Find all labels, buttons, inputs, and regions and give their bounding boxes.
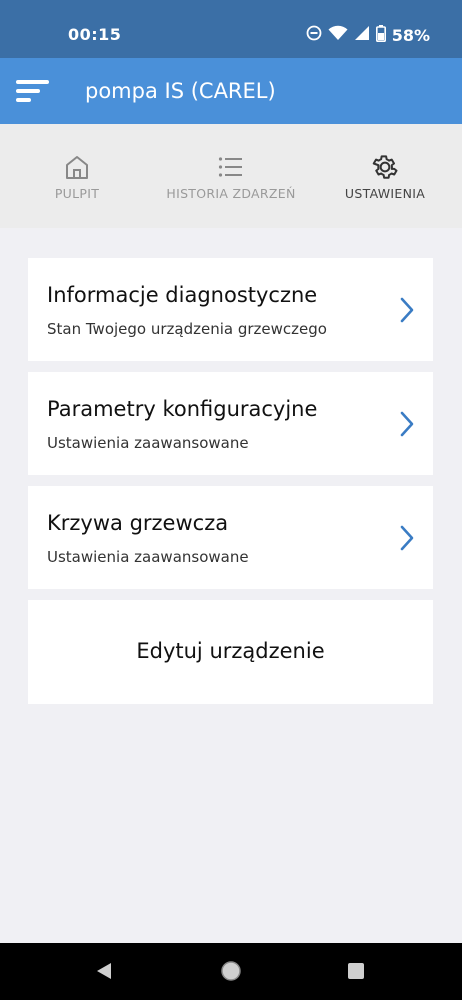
menu-item-subtitle: Stan Twojego urządzenia grzewczego [47, 320, 327, 338]
status-icons: 58% [306, 24, 430, 46]
tab-label: USTAWIENIA [344, 186, 426, 201]
tab-historia-zdarzen[interactable]: HISTORIA ZDARZEŃ [154, 124, 308, 228]
menu-item-diagnostic-info[interactable]: Informacje diagnostyczne Stan Twojego ur… [28, 258, 433, 361]
menu-item-subtitle: Ustawienia zaawansowane [47, 548, 249, 566]
cellular-signal-icon [354, 25, 370, 45]
wifi-icon [328, 25, 348, 45]
tab-pulpit[interactable]: PULPIT [0, 124, 154, 228]
do-not-disturb-icon [306, 25, 322, 45]
list-icon [217, 152, 245, 182]
menu-item-subtitle: Ustawienia zaawansowane [47, 434, 249, 452]
tab-label: PULPIT [54, 186, 100, 201]
menu-item-title: Parametry konfiguracyjne [47, 397, 318, 421]
battery-icon [375, 24, 386, 46]
menu-item-heating-curve[interactable]: Krzywa grzewcza Ustawienia zaawansowane [28, 486, 433, 589]
status-time: 00:15 [68, 25, 122, 44]
menu-item-title: Krzywa grzewcza [47, 511, 229, 535]
status-bar: 00:15 58% [0, 0, 462, 58]
home-icon [63, 152, 91, 182]
page-title: pompa IS (CAREL) [85, 79, 276, 103]
menu-icon[interactable] [16, 78, 52, 104]
chevron-right-icon [399, 296, 415, 328]
app-bar: pompa IS (CAREL) [0, 58, 462, 124]
edit-device-label: Edytuj urządzenie [136, 639, 325, 663]
battery-percent: 58% [391, 25, 430, 45]
chevron-right-icon [399, 410, 415, 442]
home-button-icon[interactable] [220, 960, 242, 986]
system-nav-bar [0, 943, 462, 1000]
tab-label: HISTORIA ZDARZEŃ [166, 186, 296, 201]
back-icon[interactable] [95, 961, 113, 985]
gear-icon [370, 152, 400, 182]
chevron-right-icon [399, 524, 415, 556]
menu-item-config-params[interactable]: Parametry konfiguracyjne Ustawienia zaaw… [28, 372, 433, 475]
menu-item-title: Informacje diagnostyczne [47, 283, 318, 307]
recent-apps-icon[interactable] [347, 962, 365, 984]
tab-bar: PULPIT HISTORIA ZDARZEŃ USTAWIENIA [0, 124, 462, 228]
edit-device-button[interactable]: Edytuj urządzenie [28, 600, 433, 704]
tab-ustawienia[interactable]: USTAWIENIA [308, 124, 462, 228]
